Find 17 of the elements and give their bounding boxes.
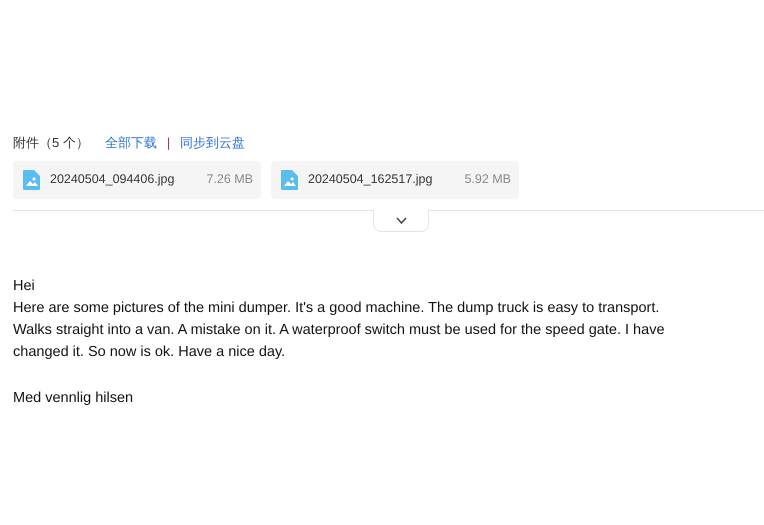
attachment-action-link[interactable]: 全部下载 — [104, 133, 157, 152]
attachment-file[interactable]: 20240504_162517.jpg 5.92 MB — [271, 160, 519, 198]
attachment-action-link[interactable]: 同步到云盘 — [180, 133, 246, 152]
expand-toggle-button[interactable] — [373, 210, 429, 232]
file-name: 20240504_094406.jpg — [50, 171, 174, 188]
message-body: Here are some pictures of the mini dumper. It's a good machine. The dump truck is easy to transport. Walks straight into a van. A mistake on it. A waterproof switch must be used for the speed gate. I have changed it. So now is ok. Have a nice day. — [13, 298, 666, 362]
file-size: 5.92 MB — [464, 171, 511, 188]
chevron-icon — [396, 216, 406, 224]
greeting-text: Hei — [13, 276, 36, 296]
file-name: 20240504_162517.jpg — [308, 171, 432, 188]
attachment-file[interactable]: 20240504_094406.jpg 7.26 MB — [13, 160, 261, 198]
file-size: 7.26 MB — [206, 171, 253, 188]
attachments-label: 附件（5 个） — [13, 134, 89, 152]
separator: | — [166, 134, 170, 152]
image-file-icon — [281, 170, 298, 190]
signoff-text: Med vennlig hilsen — [13, 388, 134, 408]
image-file-icon — [23, 170, 40, 190]
